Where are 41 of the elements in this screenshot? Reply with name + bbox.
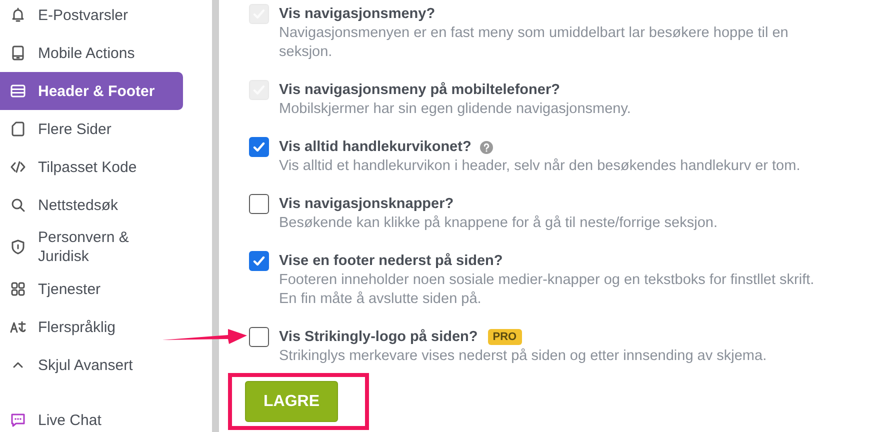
setting-description: Besøkende kan klikke på knappene for å gå til neste/forrige seksjon. (279, 214, 718, 233)
translate-icon (10, 319, 26, 335)
setting-title: Vis Strikingly-logo på siden? (279, 328, 478, 347)
sidebar-item[interactable]: E-Postvarsler (0, 0, 183, 34)
setting-description: Strikinglys merkevare vises nederst på siden og etter innsending av skjema. (279, 347, 768, 366)
grid-icon (10, 281, 26, 297)
setting-description: Vis alltid et handlekurvikon i header, selv når den besøkendes handlekurv er tom. (279, 157, 802, 176)
bell-icon (10, 7, 26, 23)
setting-title: Vis alltid handlekurvikonet? (279, 138, 472, 157)
sidebar-item[interactable]: Flere Sider (0, 110, 183, 148)
sidebar-item[interactable]: Personvern & Juridisk (0, 224, 183, 270)
setting-description: Navigasjonsmenyen er en fast meny som umiddelbart lar besøkere hoppe til en seksjon. (279, 24, 790, 62)
page-icon (10, 121, 26, 137)
checkbox[interactable] (249, 327, 269, 347)
sidebar-item[interactable]: Nettstedsøk (0, 186, 183, 224)
code-icon (10, 159, 26, 175)
sidebar-item[interactable]: Live Chat (0, 401, 183, 432)
setting-title: Vis navigasjonsmeny? (279, 5, 436, 24)
setting-title: Vis navigasjonsknapper? (279, 195, 454, 214)
checkbox[interactable] (249, 137, 269, 157)
sidebar-item[interactable]: Mobile Actions (0, 34, 183, 72)
tablet-icon (10, 45, 26, 61)
checkbox[interactable] (249, 251, 269, 271)
check-icon (252, 140, 266, 154)
search-icon (10, 197, 26, 213)
setting-description: Mobilskjermer har sin egen glidende navigasjonsmeny. (279, 100, 632, 119)
help-icon[interactable] (480, 140, 494, 154)
setting-description: Footeren inneholder noen sosiale medier-knapper og en tekstboks for finstllet skrift. En fin måte å avslutte siden på. (279, 271, 816, 309)
sidebar-item[interactable]: Flerspråklig (0, 308, 183, 346)
setting-title: Vis navigasjonsmeny på mobiltelefoner? (279, 81, 560, 100)
sidebar-item[interactable]: Tjenester (0, 270, 183, 308)
checkbox[interactable] (249, 194, 269, 214)
setting-title: Vise en footer nederst på siden? (279, 252, 503, 271)
advanced-toggle[interactable]: Skjul Avansert (0, 346, 183, 384)
list-icon (10, 83, 26, 99)
chat-icon (10, 412, 26, 428)
sidebar-item[interactable]: Header & Footer (0, 72, 183, 110)
sidebar-item[interactable]: Tilpasset Kode (0, 148, 183, 186)
pro-badge: PRO (488, 329, 522, 345)
check-icon (252, 254, 266, 268)
shield-icon (10, 239, 26, 255)
